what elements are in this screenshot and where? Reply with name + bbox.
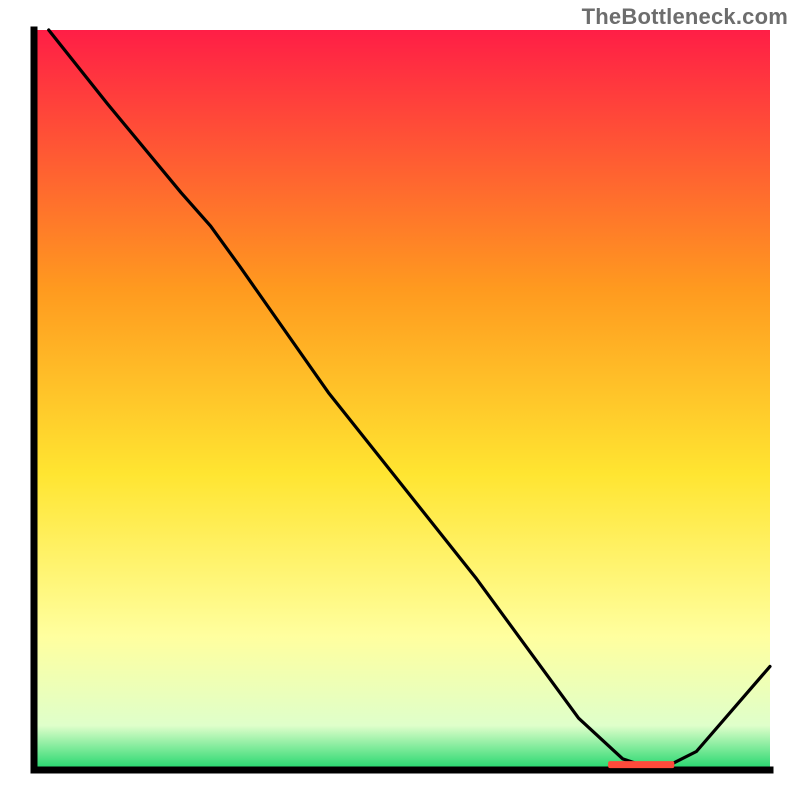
gradient-background [34,30,770,770]
chart-container: { "watermark": "TheBottleneck.com", "cha… [0,0,800,800]
minimum-marker [608,761,674,768]
bottleneck-chart [0,0,800,800]
